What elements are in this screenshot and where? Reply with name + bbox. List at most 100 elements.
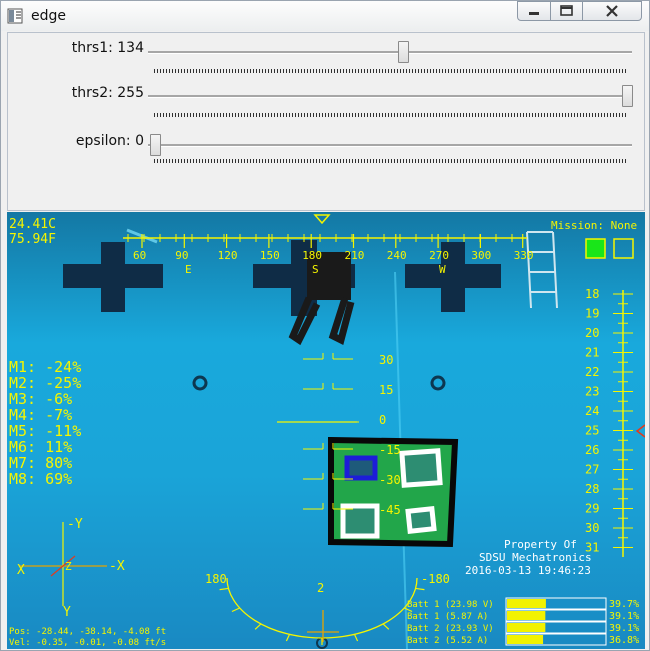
depth-tick-label: 30 [585,521,599,535]
heading-tick-label: 240 [387,249,407,262]
epsilon-ticks [154,159,628,163]
maximize-button[interactable] [550,1,583,21]
axis-label-z: Z [65,560,72,573]
depth-tick-label: 28 [585,482,599,496]
heading-tick-label: 180 [302,249,322,262]
roll-tick [219,587,229,591]
battery-panel: Batt 1 (23.98 V) 39.7% Batt 1 (5.87 A) 39.1… [407,597,639,646]
app-icon [7,8,23,24]
heading-tick-label: 270 [429,249,449,262]
heading-letter: E [185,263,192,276]
battery-fill [507,635,544,644]
app-window: edge thrs1: 134 thrs2: 255 epsilon: 0 60… [0,0,650,651]
thrs2-ticks [154,113,628,117]
roll-label-right: -180 [421,572,450,586]
axis-indicator: -Y X -X Y Z [17,517,125,620]
pitch-label: -30 [379,473,401,487]
roll-tick [415,587,425,591]
roll-tick [231,607,240,613]
axis-label-x: X [17,563,25,578]
axis-label-y: Y [63,605,71,620]
battery-percent: 36.8% [609,635,639,646]
epsilon-track[interactable] [148,144,632,147]
heading-tick-label: 90 [175,249,188,262]
watermark-line-2: SDSU Mechatronics [479,551,592,564]
pitch-label: -15 [379,443,401,457]
thrs1-ticks [154,69,628,73]
velocity-readout: Vel: -0.35, -0.01, -0.08 ft/s [9,638,166,648]
depth-tick-label: 25 [585,424,599,438]
window-title: edge [31,8,66,24]
title-bar[interactable]: edge [1,1,649,31]
pitch-label: 15 [379,383,393,397]
minimize-button[interactable] [517,1,551,21]
close-button[interactable] [582,1,642,21]
pitch-rung [303,383,353,390]
hud-overlay: 60 90 120 150 180 210 240 270 300 330 E S W 24.41… [9,214,645,649]
pitch-rung [303,353,353,360]
close-icon [606,5,618,17]
pitch-label: -45 [379,503,401,517]
depth-ladder: 1819202122232425262728293031 [585,287,645,557]
battery-label: Batt 1 (5.87 A) [407,612,488,622]
heading-letter: W [439,263,446,276]
heading-tick-label: 150 [260,249,280,262]
heading-tick-label: 300 [471,249,491,262]
battery-fill [507,599,546,608]
pitch-label: 30 [379,353,393,367]
thrs1-slider-thumb[interactable] [397,41,409,63]
roll-tick [254,623,262,630]
depth-tick-label: 24 [585,404,599,418]
battery-label: Batt 2 (23.93 V) [407,624,494,634]
roll-tick [382,623,390,630]
pool-floor [63,228,558,649]
motor-readouts: M1: -24%M2: -25%M3: -6%M4: -7%M5: -11%M6… [9,358,81,488]
depth-tick-label: 20 [585,326,599,340]
mission-indicator-active [585,238,606,259]
thrs2-label: thrs2: 255 [71,85,144,101]
minimize-icon [529,12,539,15]
epsilon-slider-thumb[interactable] [150,134,161,156]
pitch-label: 0 [379,413,386,427]
battery-fill [507,623,546,632]
depth-tick-label: 27 [585,463,599,477]
battery-label: Batt 1 (23.98 V) [407,600,494,610]
battery-percent: 39.1% [609,623,639,634]
heading-tick-label: 330 [514,249,534,262]
camera-feed: 60 90 120 150 180 210 240 270 300 330 E S W 24.41… [7,212,645,649]
battery-percent: 39.7% [609,599,639,610]
position-readout: Pos: -28.44, -38.14, -4.08 ft [9,627,166,637]
battery-percent: 39.1% [609,611,639,622]
heading-tick-label: 120 [218,249,238,262]
battery-fill [507,611,546,620]
temperature-fahrenheit: 75.94F [9,232,56,247]
timestamp: 2016-03-13 19:46:23 [465,564,591,577]
roll-tick [285,634,291,642]
roll-label-left: 180 [205,572,227,586]
mission-indicator-inactive [613,238,634,259]
heading-tick-label: 210 [345,249,365,262]
temperature-celsius: 24.41C [9,217,56,232]
mission-status: Mission: None [551,219,637,232]
thrs1-label: thrs1: 134 [71,40,144,56]
depth-tick-label: 26 [585,443,599,457]
axis-label-neg-x: -X [109,559,125,574]
maximize-icon [560,5,573,16]
depth-tick-label: 21 [585,346,599,360]
depth-tick-label: 19 [585,307,599,321]
axis-label-neg-y: -Y [67,517,83,532]
heading-letter: S [312,263,319,276]
thrs1-track[interactable] [148,51,632,54]
roll-tick [353,634,359,642]
epsilon-label: epsilon: 0 [75,133,144,149]
motor-readout: M8: 69% [9,470,72,488]
trackbar-panel: thrs1: 134 thrs2: 255 epsilon: 0 [7,32,645,211]
watermark-line-1: Property Of [504,538,577,551]
heading-tick-label: 60 [133,249,146,262]
depth-tick-label: 18 [585,287,599,301]
thrs2-track[interactable] [148,95,632,98]
battery-label: Batt 2 (5.52 A) [407,636,488,646]
roll-label-bottom: 2 [317,581,324,595]
depth-tick-label: 23 [585,385,599,399]
thrs2-slider-thumb[interactable] [622,85,633,107]
